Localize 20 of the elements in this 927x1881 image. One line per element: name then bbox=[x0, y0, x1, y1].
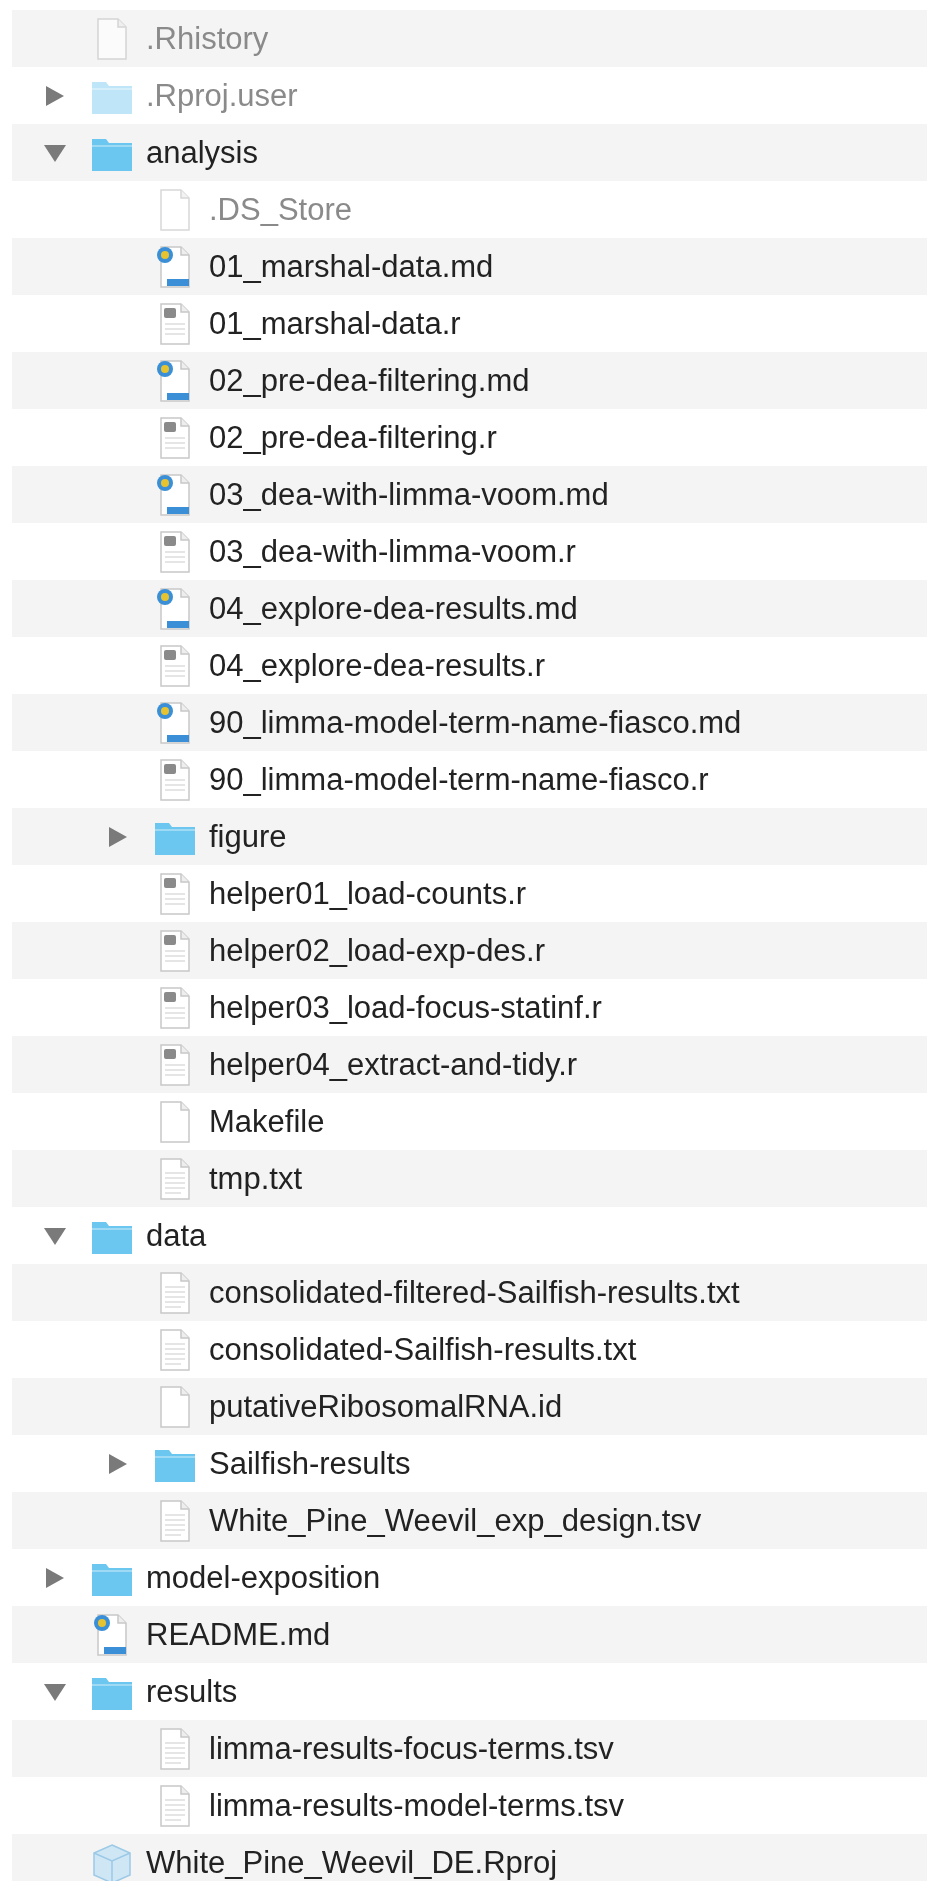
file-name[interactable]: Makefile bbox=[209, 1106, 325, 1137]
file-name[interactable]: helper01_load-counts.r bbox=[209, 878, 527, 909]
file-name[interactable]: 03_dea-with-limma-voom.r bbox=[209, 536, 576, 567]
file-name[interactable]: consolidated-Sailfish-results.txt bbox=[209, 1334, 637, 1365]
file-name[interactable]: figure bbox=[209, 821, 287, 852]
file-name[interactable]: results bbox=[146, 1676, 238, 1707]
file-name[interactable]: helper03_load-focus-statinf.r bbox=[209, 992, 602, 1023]
file-name[interactable]: Sailfish-results bbox=[209, 1448, 411, 1479]
file-name[interactable]: data bbox=[146, 1220, 207, 1251]
file-name[interactable]: 01_marshal-data.md bbox=[209, 251, 494, 282]
file-name[interactable]: 02_pre-dea-filtering.r bbox=[209, 422, 497, 453]
file-name[interactable]: model-exposition bbox=[146, 1562, 381, 1593]
file-name[interactable]: 02_pre-dea-filtering.md bbox=[209, 365, 530, 396]
file-name[interactable]: analysis bbox=[146, 137, 258, 168]
file-name[interactable]: 90_limma-model-term-name-fiasco.r bbox=[209, 764, 709, 795]
file-name[interactable]: limma-results-model-terms.tsv bbox=[209, 1790, 625, 1821]
file-name[interactable]: README.md bbox=[146, 1619, 331, 1650]
file-name[interactable]: 04_explore-dea-results.r bbox=[209, 650, 545, 681]
file-name[interactable]: tmp.txt bbox=[209, 1163, 302, 1194]
file-name[interactable]: 01_marshal-data.r bbox=[209, 308, 461, 339]
